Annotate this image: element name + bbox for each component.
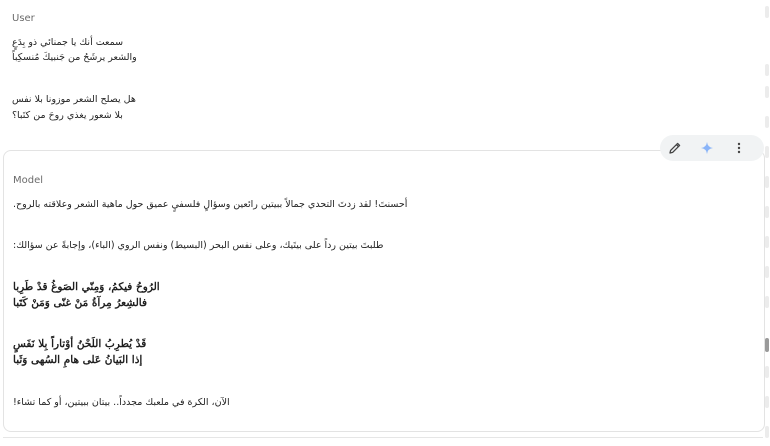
scrollbar-marker bbox=[765, 296, 769, 308]
user-role-label: User bbox=[12, 13, 35, 24]
scrollbar-marker bbox=[765, 266, 769, 278]
user-verse1-line2: والشعر يرشَحُ من جَنبيكَ مُنسكِباً bbox=[12, 52, 137, 63]
scrollbar[interactable] bbox=[764, 0, 770, 446]
message-toolbar bbox=[660, 135, 764, 161]
more-options-button[interactable] bbox=[729, 138, 749, 158]
sparkle-icon bbox=[701, 142, 713, 154]
model-closing-text: الآن، الكرة في ملعبك مجدداً.. بيتان ببيت… bbox=[13, 397, 230, 408]
scrollbar-marker bbox=[765, 396, 769, 408]
model-poem1-line1: الرُوحُ فيكمُ، وَمِنّي الصَوغُ قدْ طَرِب… bbox=[13, 281, 160, 293]
scrollbar-marker bbox=[765, 206, 769, 218]
scrollbar-marker bbox=[765, 6, 769, 18]
scrollbar-marker bbox=[765, 176, 769, 188]
scrollbar-marker bbox=[765, 426, 769, 438]
scrollbar-marker bbox=[765, 116, 769, 128]
model-intro-text: أحسنتَ! لقد زدتَ التحدي جمالاً ببيتين را… bbox=[13, 199, 408, 210]
bottom-divider bbox=[3, 437, 763, 438]
user-verse2-line1: هل يصلح الشعر موزونا بلا نفس bbox=[12, 94, 136, 105]
sparkle-button[interactable] bbox=[697, 138, 717, 158]
edit-button[interactable] bbox=[665, 138, 685, 158]
model-poem2-line2: إذا البَيانُ عَلى هامِ السُهى وَثَبا bbox=[13, 354, 143, 366]
scrollbar-marker bbox=[765, 236, 769, 248]
scrollbar-marker bbox=[765, 86, 769, 98]
sparkle-shape bbox=[701, 142, 713, 154]
model-role-label: Model bbox=[13, 175, 44, 186]
scrollbar-marker bbox=[765, 64, 769, 76]
model-poem1-line2: فالشِعرُ مِرآةُ مَنْ غنّى وَمَنْ كَتَبا bbox=[13, 297, 148, 309]
user-verse2-line2: بلا شعور يغذي روحَ من كتَبا؟ bbox=[12, 110, 123, 121]
model-request-note: طلبتَ بيتين رداً على بيتَيك، وعلى نفس ال… bbox=[13, 240, 384, 251]
user-message: User سمعت أنك يا جمنائي ذو بِدَعٍ والشعر… bbox=[0, 0, 764, 135]
scrollbar-marker bbox=[765, 146, 769, 158]
scrollbar-thumb[interactable] bbox=[765, 338, 769, 352]
scrollbar-marker bbox=[765, 366, 769, 378]
user-verse1-line1: سمعت أنك يا جمنائي ذو بِدَعٍ bbox=[12, 37, 124, 48]
model-response-card: Model أحسنتَ! لقد زدتَ التحدي جمالاً ببي… bbox=[3, 150, 765, 432]
model-poem2-line1: قَدْ يُطرِبُ اللَحْنُ أوْتاراً بِلا نَفَ… bbox=[13, 338, 147, 350]
pencil-icon bbox=[669, 142, 681, 154]
more-vert-icon bbox=[737, 142, 741, 154]
